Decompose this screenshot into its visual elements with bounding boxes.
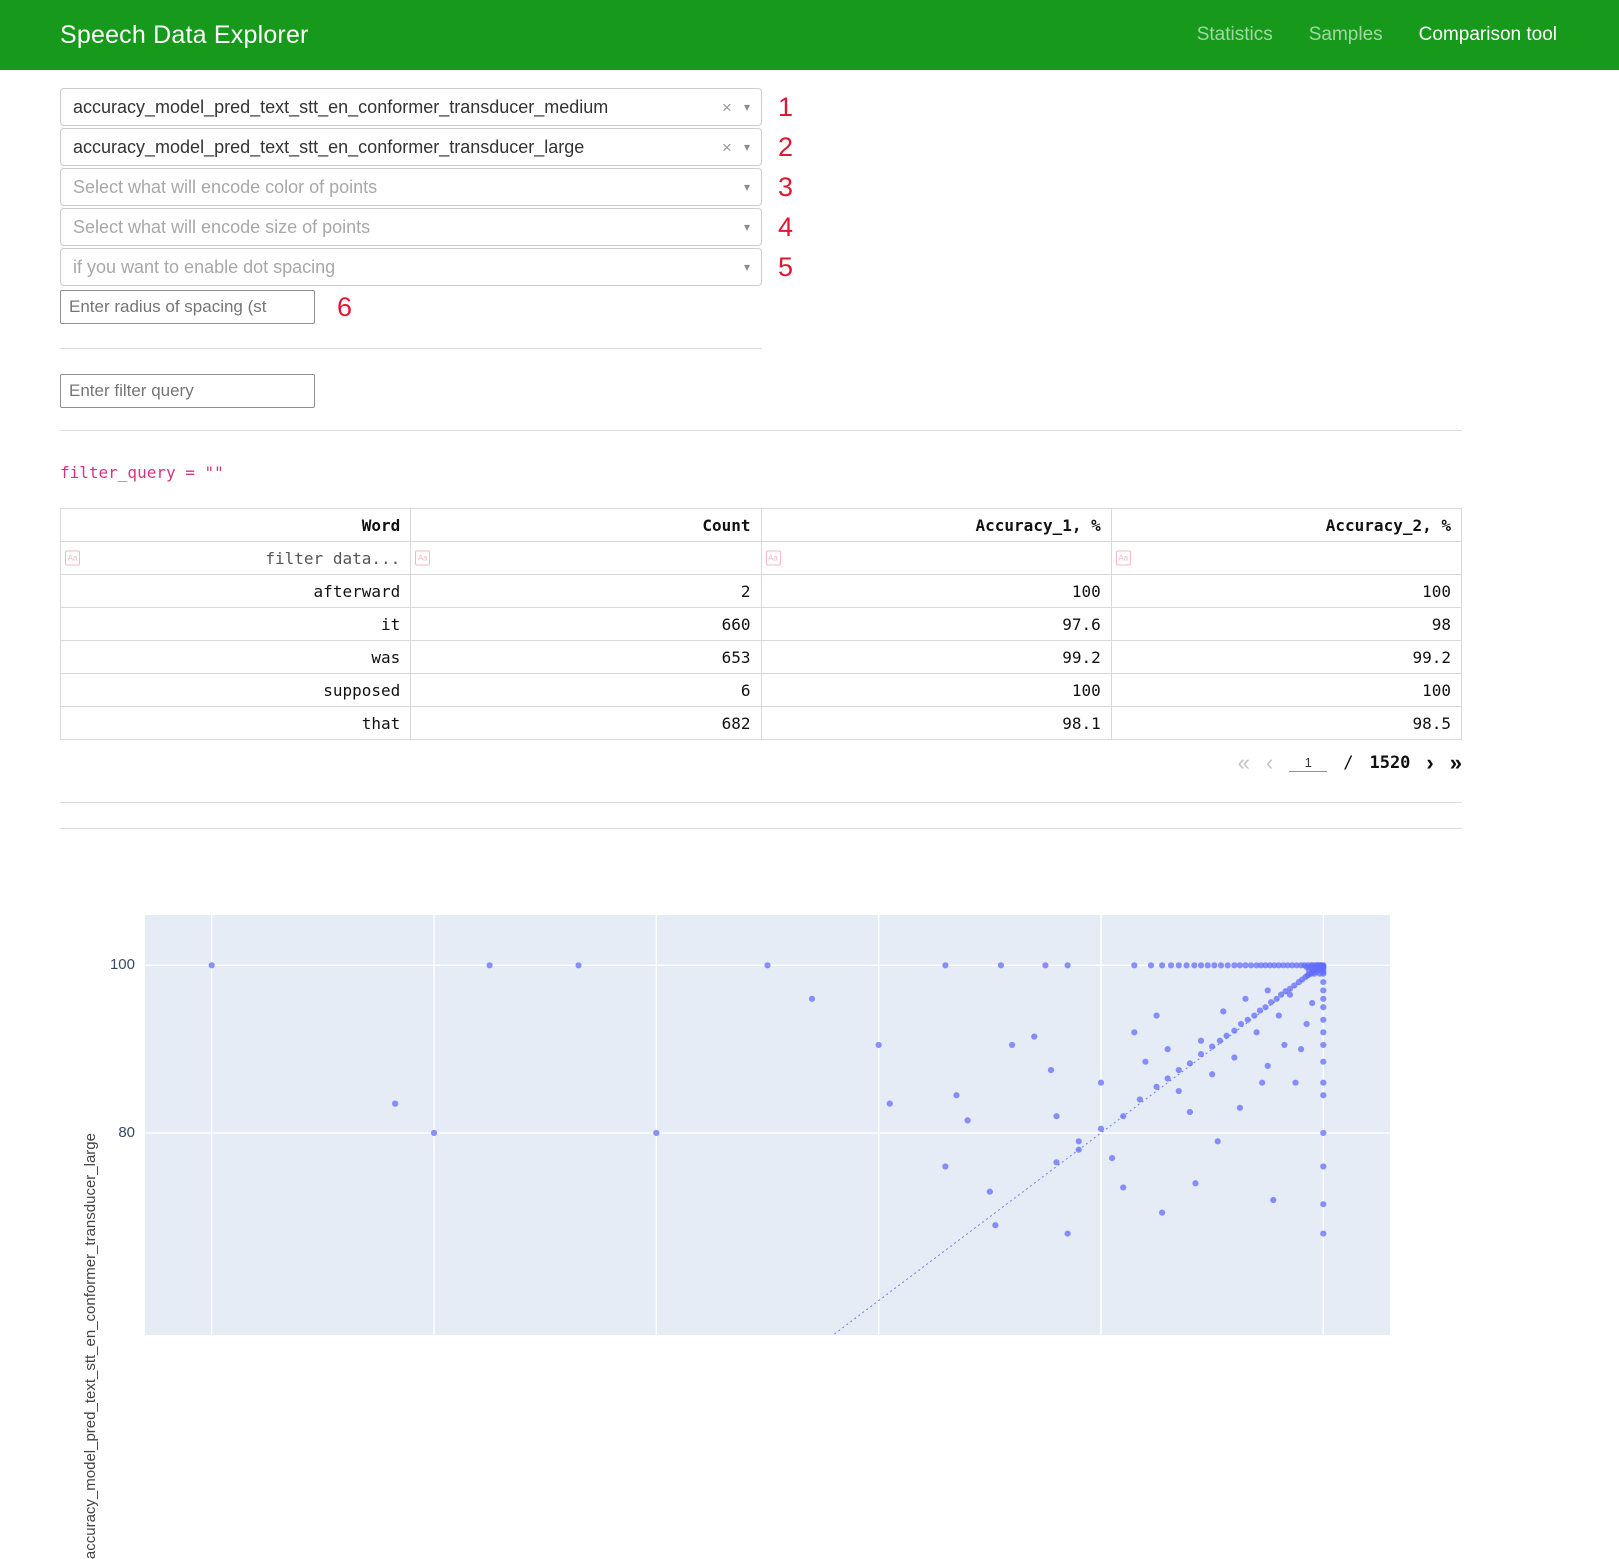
color-encode-row: Select what will encode color of points … bbox=[60, 168, 1462, 206]
divider bbox=[60, 828, 1462, 829]
filter-cell-word[interactable]: Aa filter data... bbox=[61, 542, 411, 575]
column-header-accuracy-2[interactable]: Accuracy_2, % bbox=[1111, 509, 1461, 542]
clear-icon[interactable]: × bbox=[722, 139, 732, 156]
nav-statistics[interactable]: Statistics bbox=[1197, 24, 1273, 46]
last-page-icon[interactable]: » bbox=[1450, 752, 1462, 774]
annotation-3: 3 bbox=[778, 172, 793, 203]
model2-row: accuracy_model_pred_text_stt_en_conforme… bbox=[60, 128, 1462, 166]
case-sensitivity-icon[interactable]: Aa bbox=[65, 551, 80, 566]
table-cell[interactable]: 99.2 bbox=[761, 641, 1111, 674]
color-encode-select[interactable]: Select what will encode color of points … bbox=[60, 168, 762, 206]
table-cell[interactable]: 100 bbox=[1111, 674, 1461, 707]
y-tick-label: 100 bbox=[95, 956, 135, 973]
table-cell[interactable]: 99.2 bbox=[1111, 641, 1461, 674]
table-cell[interactable]: 100 bbox=[1111, 575, 1461, 608]
table-row: afterward2100100 bbox=[61, 575, 1462, 608]
app-title: Speech Data Explorer bbox=[60, 21, 309, 50]
table-cell[interactable]: 100 bbox=[761, 575, 1111, 608]
table-filter-row: Aa filter data... Aa Aa Aa bbox=[61, 542, 1462, 575]
annotation-5: 5 bbox=[778, 252, 793, 283]
size-encode-select[interactable]: Select what will encode size of points ▾ bbox=[60, 208, 762, 246]
radius-input[interactable] bbox=[60, 290, 315, 324]
table-cell[interactable]: 98.1 bbox=[761, 707, 1111, 740]
model2-select-value: accuracy_model_pred_text_stt_en_conforme… bbox=[73, 137, 722, 158]
table-cell[interactable]: 653 bbox=[411, 641, 761, 674]
model1-row: accuracy_model_pred_text_stt_en_conforme… bbox=[60, 88, 1462, 126]
navbar: Speech Data Explorer Statistics Samples … bbox=[0, 0, 1619, 70]
model2-select[interactable]: accuracy_model_pred_text_stt_en_conforme… bbox=[60, 128, 762, 166]
annotation-2: 2 bbox=[778, 132, 793, 163]
model1-select[interactable]: accuracy_model_pred_text_stt_en_conforme… bbox=[60, 88, 762, 126]
divider bbox=[60, 802, 1462, 803]
color-encode-placeholder: Select what will encode color of points bbox=[73, 177, 744, 198]
chevron-down-icon[interactable]: ▾ bbox=[744, 221, 750, 233]
case-sensitivity-icon[interactable]: Aa bbox=[415, 551, 430, 566]
annotation-4: 4 bbox=[778, 212, 793, 243]
chevron-down-icon[interactable]: ▾ bbox=[744, 141, 750, 153]
page-number-input[interactable] bbox=[1289, 754, 1327, 772]
main-content: accuracy_model_pred_text_stt_en_conforme… bbox=[0, 70, 1619, 1335]
table-header-row: Word Count Accuracy_1, % Accuracy_2, % bbox=[61, 509, 1462, 542]
filter-query-display: filter_query = "" bbox=[60, 463, 1462, 482]
filter-placeholder: filter data... bbox=[265, 549, 400, 568]
filter-cell-count[interactable]: Aa bbox=[411, 542, 761, 575]
table-row: it66097.698 bbox=[61, 608, 1462, 641]
total-pages: 1520 bbox=[1369, 753, 1410, 773]
nav-comparison-tool[interactable]: Comparison tool bbox=[1419, 24, 1557, 46]
table-cell[interactable]: it bbox=[61, 608, 411, 641]
table-cell[interactable]: 2 bbox=[411, 575, 761, 608]
size-encode-row: Select what will encode size of points ▾… bbox=[60, 208, 1462, 246]
column-header-accuracy-1[interactable]: Accuracy_1, % bbox=[761, 509, 1111, 542]
table-cell[interactable]: supposed bbox=[61, 674, 411, 707]
chevron-down-icon[interactable]: ▾ bbox=[744, 101, 750, 113]
filter-query-input[interactable] bbox=[60, 374, 315, 408]
pagination: « ‹ / 1520 › » bbox=[60, 752, 1462, 774]
divider bbox=[60, 430, 1462, 431]
table-cell[interactable]: afterward bbox=[61, 575, 411, 608]
table-cell[interactable]: that bbox=[61, 707, 411, 740]
chevron-down-icon[interactable]: ▾ bbox=[744, 261, 750, 273]
filter-cell-accuracy-2[interactable]: Aa bbox=[1111, 542, 1461, 575]
next-page-icon[interactable]: › bbox=[1426, 752, 1433, 774]
page-separator: / bbox=[1343, 753, 1353, 773]
table-cell[interactable]: was bbox=[61, 641, 411, 674]
scatter-chart: accuracy_model_pred_text_stt_en_conforme… bbox=[145, 915, 1390, 1335]
nav-links: Statistics Samples Comparison tool bbox=[1197, 24, 1557, 46]
word-table: Word Count Accuracy_1, % Accuracy_2, % A… bbox=[60, 508, 1462, 740]
table-row: that68298.198.5 bbox=[61, 707, 1462, 740]
filter-input-row bbox=[60, 349, 1462, 408]
table-cell[interactable]: 660 bbox=[411, 608, 761, 641]
dot-spacing-select[interactable]: if you want to enable dot spacing ▾ bbox=[60, 248, 762, 286]
scatter-plot[interactable] bbox=[145, 915, 1390, 1335]
chevron-down-icon[interactable]: ▾ bbox=[744, 181, 750, 193]
table-row: was65399.299.2 bbox=[61, 641, 1462, 674]
annotation-1: 1 bbox=[778, 92, 793, 123]
dot-spacing-placeholder: if you want to enable dot spacing bbox=[73, 257, 744, 278]
table-cell[interactable]: 98.5 bbox=[1111, 707, 1461, 740]
size-encode-placeholder: Select what will encode size of points bbox=[73, 217, 744, 238]
prev-page-icon[interactable]: ‹ bbox=[1266, 752, 1273, 774]
clear-icon[interactable]: × bbox=[722, 99, 732, 116]
nav-samples[interactable]: Samples bbox=[1309, 24, 1383, 46]
dot-spacing-row: if you want to enable dot spacing ▾ 5 bbox=[60, 248, 1462, 286]
column-header-count[interactable]: Count bbox=[411, 509, 761, 542]
table-cell[interactable]: 682 bbox=[411, 707, 761, 740]
first-page-icon[interactable]: « bbox=[1238, 752, 1250, 774]
y-tick-label: 80 bbox=[95, 1124, 135, 1141]
table-cell[interactable]: 98 bbox=[1111, 608, 1461, 641]
column-header-word[interactable]: Word bbox=[61, 509, 411, 542]
annotation-6: 6 bbox=[337, 292, 352, 323]
table-cell[interactable]: 100 bbox=[761, 674, 1111, 707]
case-sensitivity-icon[interactable]: Aa bbox=[1116, 551, 1131, 566]
table-cell[interactable]: 97.6 bbox=[761, 608, 1111, 641]
radius-row: 6 bbox=[60, 290, 1462, 324]
table-cell[interactable]: 6 bbox=[411, 674, 761, 707]
case-sensitivity-icon[interactable]: Aa bbox=[766, 551, 781, 566]
filter-cell-accuracy-1[interactable]: Aa bbox=[761, 542, 1111, 575]
model1-select-value: accuracy_model_pred_text_stt_en_conforme… bbox=[73, 97, 722, 118]
word-table-body: afterward2100100it66097.698was65399.299.… bbox=[61, 575, 1462, 740]
y-axis-title: accuracy_model_pred_text_stt_en_conforme… bbox=[82, 1133, 99, 1559]
table-row: supposed6100100 bbox=[61, 674, 1462, 707]
